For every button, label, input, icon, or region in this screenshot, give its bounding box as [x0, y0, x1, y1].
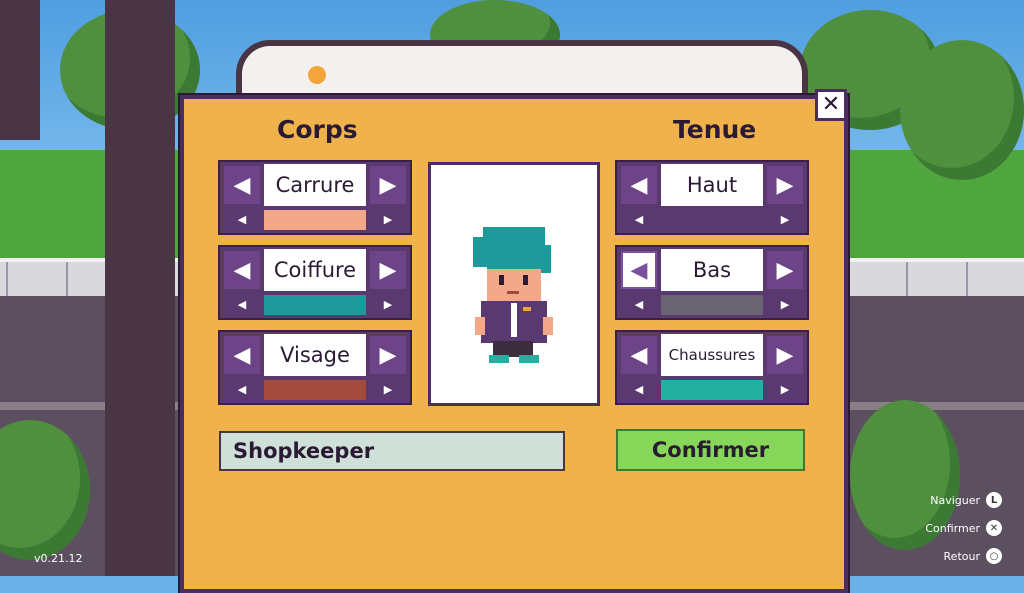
- prev-coiffure-color-button[interactable]: ◀: [224, 295, 260, 314]
- coiffure-color-swatch: [264, 295, 366, 315]
- next-haut-color-button[interactable]: ▶: [767, 210, 803, 229]
- character-name-input[interactable]: [219, 431, 565, 471]
- selector-coiffure: ◀ Coiffure ▶ ◀ ▶: [218, 245, 412, 320]
- chaussures-color-swatch: [661, 380, 763, 400]
- next-coiffure-button[interactable]: ▶: [370, 251, 406, 289]
- prev-visage-button[interactable]: ◀: [224, 336, 260, 374]
- version-label: v0.21.12: [34, 552, 83, 565]
- next-bas-color-button[interactable]: ▶: [767, 295, 803, 314]
- selector-label: Bas: [661, 249, 763, 291]
- next-chaussures-button[interactable]: ▶: [767, 336, 803, 374]
- next-carrure-button[interactable]: ▶: [370, 166, 406, 204]
- close-button[interactable]: ✕: [815, 89, 847, 121]
- body-section-title: Corps: [277, 115, 358, 144]
- next-carrure-color-button[interactable]: ▶: [370, 210, 406, 229]
- character-sprite: [473, 227, 553, 363]
- selector-visage: ◀ Visage ▶ ◀ ▶: [218, 330, 412, 405]
- tree-trunk: [105, 0, 175, 576]
- carrure-color-swatch: [264, 210, 366, 230]
- stick-icon: L: [986, 492, 1002, 508]
- selector-label: Haut: [661, 164, 763, 206]
- tree: [900, 40, 1024, 180]
- next-visage-button[interactable]: ▶: [370, 336, 406, 374]
- selector-label: Chaussures: [661, 334, 763, 376]
- prev-haut-button[interactable]: ◀: [621, 166, 657, 204]
- next-coiffure-color-button[interactable]: ▶: [370, 295, 406, 314]
- outfit-section-title: Tenue: [673, 115, 757, 144]
- prev-visage-color-button[interactable]: ◀: [224, 380, 260, 399]
- prev-coiffure-button[interactable]: ◀: [224, 251, 260, 289]
- next-bas-button[interactable]: ▶: [767, 251, 803, 289]
- prev-carrure-button[interactable]: ◀: [224, 166, 260, 204]
- selector-bas: ◀ Bas ▶ ◀ ▶: [615, 245, 809, 320]
- circle-button-icon: ○: [986, 548, 1002, 564]
- next-chaussures-color-button[interactable]: ▶: [767, 380, 803, 399]
- selector-label: Coiffure: [264, 249, 366, 291]
- close-icon: ✕: [821, 92, 841, 117]
- prev-carrure-color-button[interactable]: ◀: [224, 210, 260, 229]
- confirm-button[interactable]: Confirmer: [616, 429, 805, 471]
- cross-button-icon: ✕: [986, 520, 1002, 536]
- tree-trunk: [0, 0, 40, 140]
- hint-label: Confirmer: [925, 521, 980, 535]
- prev-chaussures-color-button[interactable]: ◀: [621, 380, 657, 399]
- prev-haut-color-button[interactable]: ◀: [621, 210, 657, 229]
- selector-label: Carrure: [264, 164, 366, 206]
- hint-navigate: Naviguer L: [930, 492, 1002, 508]
- selector-chaussures: ◀ Chaussures ▶ ◀ ▶: [615, 330, 809, 405]
- hint-back: Retour ○: [944, 548, 1002, 564]
- hint-confirm: Confirmer ✕: [925, 520, 1002, 536]
- selector-label: Visage: [264, 334, 366, 376]
- bas-color-swatch: [661, 295, 763, 315]
- hint-label: Retour: [943, 549, 980, 563]
- visage-color-swatch: [264, 380, 366, 400]
- next-visage-color-button[interactable]: ▶: [370, 380, 406, 399]
- prev-bas-color-button[interactable]: ◀: [621, 295, 657, 314]
- haut-color-swatch: [661, 210, 763, 230]
- hint-label: Naviguer: [930, 493, 980, 507]
- selector-haut: ◀ Haut ▶ ◀ ▶: [615, 160, 809, 235]
- selector-carrure: ◀ Carrure ▶ ◀ ▶: [218, 160, 412, 235]
- prev-bas-button[interactable]: ◀: [621, 251, 657, 289]
- next-haut-button[interactable]: ▶: [767, 166, 803, 204]
- prev-chaussures-button[interactable]: ◀: [621, 336, 657, 374]
- character-preview: [428, 162, 600, 406]
- logo-dot: [308, 66, 326, 84]
